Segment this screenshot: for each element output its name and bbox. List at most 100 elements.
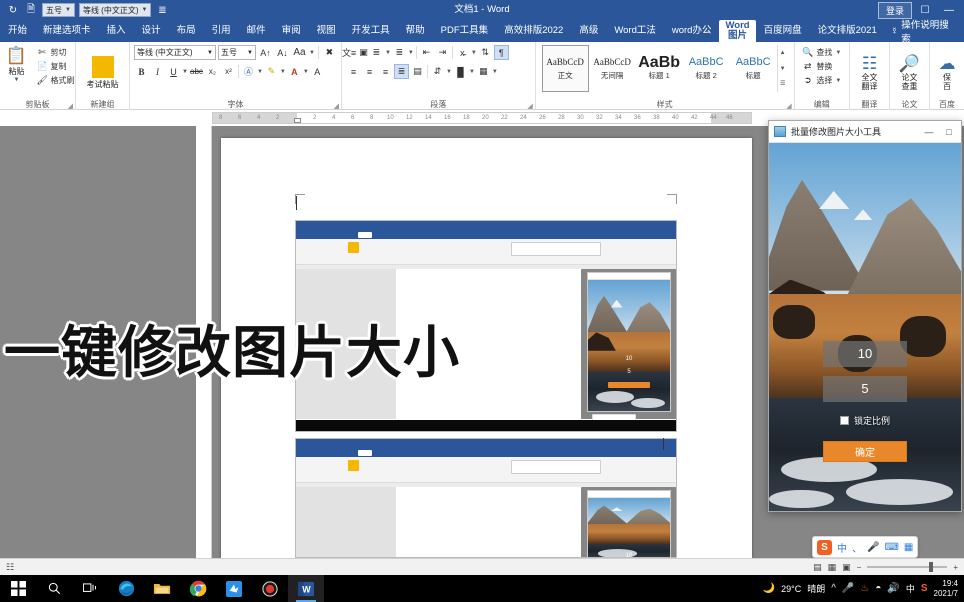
task-view-icon[interactable]	[72, 575, 108, 602]
superscript-icon[interactable]: x²	[221, 64, 236, 79]
text-highlight-icon[interactable]: ✎	[264, 64, 279, 79]
tab-design[interactable]: 设计	[134, 20, 169, 42]
tab-references[interactable]: 引用	[204, 20, 239, 42]
edge-icon[interactable]	[108, 575, 144, 602]
search-icon[interactable]	[36, 575, 72, 602]
align-left-icon[interactable]: ≡	[346, 64, 361, 79]
borders-icon[interactable]: ▦	[476, 64, 491, 79]
style-no-spacing[interactable]: AaBbCcD 无间隔	[588, 45, 636, 92]
network-icon[interactable]: ◓	[875, 583, 881, 594]
gallery-scroll-down-icon[interactable]: ▼	[778, 62, 788, 76]
show-formatting-marks-icon[interactable]: ¶	[493, 45, 509, 60]
chrome-icon[interactable]	[180, 575, 216, 602]
volume-icon[interactable]: 🔊	[887, 583, 899, 594]
moon-icon[interactable]: 🌙	[763, 583, 775, 594]
style-heading-2[interactable]: AaBbC 标题 2	[682, 45, 730, 92]
zoom-out-button[interactable]: −	[857, 563, 862, 572]
paste-button[interactable]: 📋 粘贴 ▼	[0, 44, 35, 83]
embedded-screenshot-1[interactable]: 10 5	[295, 220, 677, 432]
start-icon[interactable]	[0, 575, 36, 602]
batch-image-resize-tool-window[interactable]: 批量修改图片大小工具 — □ 10 5 锁定比例 确定	[768, 120, 962, 512]
screen-recorder-icon[interactable]	[252, 575, 288, 602]
undo-icon[interactable]: ↻	[6, 3, 20, 17]
align-center-icon[interactable]: ≡	[362, 64, 377, 79]
full-text-translate-button[interactable]: ☷ 全文 翻译	[853, 52, 887, 91]
tool-maximize-button[interactable]: □	[939, 122, 959, 142]
clear-formatting-icon[interactable]: ✖	[322, 45, 337, 60]
horizontal-ruler[interactable]: 8 6 4 2 2 4 6 8 10 12 14 16 18 20 22 24 …	[212, 112, 752, 124]
font-size-combo[interactable]: 五号 ▼	[218, 45, 256, 60]
tab-baidu-netdisk[interactable]: 百度网盘	[756, 20, 810, 42]
style-heading-1[interactable]: AaBb 标题 1	[635, 45, 683, 92]
character-shading-icon[interactable]: A	[310, 64, 325, 79]
select-button[interactable]: ➲ 选择 ▼	[800, 74, 843, 87]
font-name-combo[interactable]: 等线 (中文正文) ▼	[134, 45, 216, 60]
soft-keyboard-icon[interactable]: ⌨	[884, 542, 898, 553]
asian-layout-icon[interactable]: x̴	[455, 45, 470, 60]
style-title[interactable]: AaBbC 标题	[729, 45, 777, 92]
show-hidden-icons-icon[interactable]: ^	[831, 583, 836, 594]
line-spacing-icon[interactable]: ⇵	[430, 64, 445, 79]
format-painter-button[interactable]: 🖌 格式刷	[35, 74, 77, 87]
tab-review[interactable]: 审阅	[274, 20, 309, 42]
increase-indent-icon[interactable]: ⇥	[435, 45, 450, 60]
paragraph-shading-icon[interactable]: █	[453, 64, 468, 79]
exam-paste-button[interactable]: 考试粘贴	[80, 54, 126, 90]
tray-weather-condition[interactable]: 晴朗	[807, 582, 825, 595]
distribute-icon[interactable]: ▤	[410, 64, 425, 79]
tab-efficient-layout-2022[interactable]: 高效排版2022	[496, 20, 571, 42]
text-effects-icon[interactable]: Ⓐ	[241, 64, 256, 79]
multilevel-list-icon[interactable]: ≣	[392, 45, 407, 60]
tab-developer[interactable]: 开发工具	[344, 20, 398, 42]
tab-new-tab[interactable]: 新建选项卡	[35, 20, 99, 42]
embedded-screenshot-2[interactable]: 10	[295, 438, 677, 558]
tab-thesis-layout-2021[interactable]: 论文排版2021	[810, 20, 885, 42]
tab-advanced[interactable]: 高级	[571, 20, 606, 42]
web-layout-icon[interactable]: ▣	[842, 562, 851, 573]
tab-mailings[interactable]: 邮件	[239, 20, 274, 42]
strikethrough-icon[interactable]: abc	[189, 64, 204, 79]
sort-icon[interactable]: ⇅	[478, 45, 493, 60]
cut-button[interactable]: ✄ 剪切	[35, 46, 77, 59]
shrink-font-icon[interactable]: A↓	[275, 45, 290, 60]
numbering-icon[interactable]: ≣	[369, 45, 384, 60]
font-dialog-launcher[interactable]: ◢	[334, 102, 339, 110]
underline-button[interactable]: U	[166, 64, 181, 79]
sogou-tray-icon[interactable]: S	[921, 583, 928, 594]
copy-button[interactable]: 📄 复制	[35, 60, 77, 73]
tab-layout[interactable]: 布局	[169, 20, 204, 42]
file-explorer-icon[interactable]	[144, 575, 180, 602]
tab-insert[interactable]: 插入	[99, 20, 134, 42]
sign-in-button[interactable]: 登录	[877, 1, 912, 19]
bullets-icon[interactable]: ≡	[346, 45, 361, 60]
replace-button[interactable]: ⇄ 替换	[800, 60, 843, 73]
width-input[interactable]: 10	[823, 341, 907, 367]
qat-font-size-combo[interactable]: 五号 ▼	[42, 3, 75, 17]
left-indent-marker[interactable]	[294, 118, 301, 123]
punctuation-icon[interactable]: 、	[852, 540, 862, 555]
baidu-netdisk-button[interactable]: ☁ 保 百	[932, 52, 962, 91]
styles-dialog-launcher[interactable]: ◢	[786, 102, 791, 110]
lock-ratio-checkbox[interactable]: 锁定比例	[839, 414, 890, 427]
tray-temperature[interactable]: 29°C	[781, 584, 801, 594]
style-body[interactable]: AaBbCcD 正文	[541, 45, 589, 92]
tab-help[interactable]: 帮助	[398, 20, 433, 42]
plagiarism-check-button[interactable]: 🔎 论文 查重	[893, 52, 927, 91]
tab-pdf-tools[interactable]: PDF工具集	[433, 20, 497, 42]
tab-word-office[interactable]: word办公	[664, 20, 720, 42]
bold-button[interactable]: B	[134, 64, 149, 79]
print-layout-icon[interactable]: ▦	[828, 562, 837, 573]
sogou-ime-bar[interactable]: S 中 、 🎤 ⌨ ▦	[812, 536, 919, 558]
tell-me-search[interactable]: ☿ 操作说明搜索	[885, 20, 964, 45]
paragraph-dialog-launcher[interactable]: ◢	[527, 102, 532, 110]
zoom-slider[interactable]	[867, 562, 948, 572]
taskbar-clock[interactable]: 19:4 2021/7	[934, 579, 958, 599]
word-icon[interactable]: W	[288, 575, 324, 602]
tab-view[interactable]: 视图	[309, 20, 344, 42]
document-page[interactable]: 10 5 10	[221, 138, 752, 558]
new-document-icon[interactable]: 🗎	[24, 3, 38, 17]
zoom-slider-handle[interactable]	[929, 562, 934, 572]
gallery-more-icon[interactable]: ☰	[778, 77, 788, 91]
subscript-icon[interactable]: x₂	[205, 64, 220, 79]
font-color-icon[interactable]: A	[287, 64, 302, 79]
